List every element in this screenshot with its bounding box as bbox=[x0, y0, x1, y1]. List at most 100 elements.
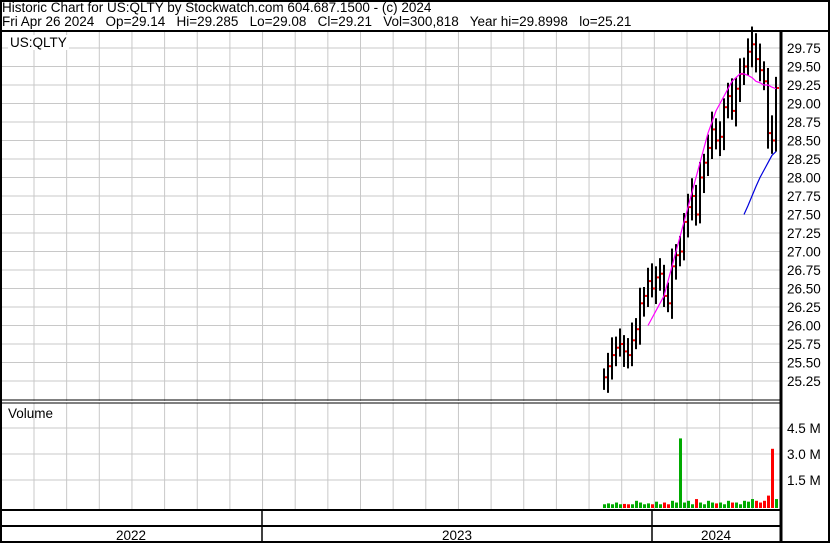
close-tick bbox=[761, 69, 763, 72]
price-tick-label: 29.50 bbox=[787, 60, 821, 75]
volume-bar bbox=[635, 500, 638, 508]
price-tick-label: 29.25 bbox=[787, 78, 821, 93]
close-tick bbox=[609, 365, 611, 368]
volume-bar bbox=[631, 504, 634, 508]
moving-average-line-blue bbox=[743, 151, 777, 215]
price-tick-label: 25.50 bbox=[787, 356, 821, 371]
volume-bar bbox=[671, 500, 674, 508]
close-tick bbox=[657, 276, 659, 279]
close-tick bbox=[709, 146, 711, 149]
year-label: 2024 bbox=[701, 528, 732, 543]
volume-bar bbox=[775, 499, 778, 508]
volume-bar bbox=[719, 502, 722, 508]
close-tick bbox=[757, 58, 759, 61]
volume-bar bbox=[771, 448, 774, 508]
price-tick-label: 27.00 bbox=[787, 245, 821, 260]
volume-bar bbox=[623, 503, 626, 508]
close-tick bbox=[625, 350, 627, 353]
close-tick bbox=[729, 95, 731, 98]
close-tick bbox=[693, 195, 695, 197]
price-tick-label: 27.75 bbox=[787, 189, 821, 204]
price-tick-label: 28.25 bbox=[787, 152, 821, 167]
close-tick bbox=[633, 339, 635, 342]
chart-border bbox=[0, 0, 830, 543]
close-tick bbox=[673, 265, 675, 268]
price-tick-label: 27.25 bbox=[787, 226, 821, 241]
close-tick bbox=[669, 302, 671, 305]
volume-bar bbox=[759, 502, 762, 508]
volume-bar bbox=[727, 500, 730, 508]
volume-bar bbox=[715, 503, 718, 508]
volume-bar bbox=[683, 502, 686, 508]
volume-bar bbox=[655, 501, 658, 508]
close-tick bbox=[733, 109, 735, 112]
volume-bar bbox=[615, 502, 618, 508]
close-tick bbox=[689, 206, 691, 209]
close-tick bbox=[745, 65, 747, 68]
close-tick bbox=[637, 328, 639, 331]
volume-bar bbox=[735, 502, 738, 508]
volume-bar bbox=[659, 504, 662, 508]
close-tick bbox=[665, 294, 667, 297]
volume-tick-label: 4.5 M bbox=[787, 421, 821, 436]
close-tick bbox=[769, 132, 771, 135]
close-tick bbox=[697, 213, 699, 216]
close-tick bbox=[649, 280, 651, 283]
volume-bar bbox=[667, 504, 670, 508]
close-tick bbox=[717, 139, 719, 142]
close-tick bbox=[713, 128, 715, 131]
volume-bar bbox=[699, 502, 702, 508]
volume-bar bbox=[695, 499, 698, 508]
volume-bar bbox=[751, 499, 754, 508]
close-tick bbox=[749, 50, 751, 53]
close-tick bbox=[621, 343, 623, 345]
volume-bar bbox=[687, 500, 690, 508]
volume-bar bbox=[647, 503, 650, 508]
volume-bar bbox=[619, 504, 622, 508]
close-tick bbox=[737, 87, 739, 90]
symbol-label: US:QLTY bbox=[8, 35, 69, 50]
price-tick-label: 29.00 bbox=[787, 97, 821, 112]
volume-tick-label: 1.5 M bbox=[787, 473, 821, 488]
volume-bar bbox=[627, 504, 630, 508]
volume-bar bbox=[679, 438, 682, 508]
price-tick-label: 28.75 bbox=[787, 115, 821, 130]
close-tick bbox=[721, 135, 723, 138]
price-tick-label: 26.00 bbox=[787, 319, 821, 334]
volume-bar bbox=[603, 504, 606, 508]
close-tick bbox=[681, 250, 683, 253]
volume-bar bbox=[643, 504, 646, 508]
volume-bar bbox=[711, 502, 714, 508]
price-tick-label: 29.75 bbox=[787, 41, 821, 56]
volume-tick-label: 3.0 M bbox=[787, 447, 821, 462]
stock-chart: 29.75 29.50 29.25 29.00 28.75 28.50 28.25 28.00… bbox=[0, 0, 830, 543]
close-tick bbox=[753, 43, 755, 46]
volume-bar bbox=[703, 504, 706, 508]
volume-bar bbox=[723, 504, 726, 508]
volume-bar bbox=[767, 495, 770, 508]
close-tick bbox=[773, 139, 775, 142]
volume-bar bbox=[639, 502, 642, 508]
close-tick bbox=[617, 346, 619, 349]
close-tick bbox=[645, 294, 647, 297]
volume-bar bbox=[611, 504, 614, 508]
volume-bar bbox=[691, 504, 694, 508]
volume-bar bbox=[763, 500, 766, 508]
volume-bar bbox=[651, 504, 654, 508]
volume-bar bbox=[731, 502, 734, 508]
close-tick bbox=[677, 254, 679, 257]
close-tick bbox=[777, 86, 779, 89]
close-tick bbox=[641, 302, 643, 305]
volume-label: Volume bbox=[8, 406, 54, 421]
volume-bar bbox=[663, 502, 666, 508]
close-tick bbox=[701, 176, 703, 179]
volume-bar bbox=[607, 503, 610, 508]
price-tick-label: 25.25 bbox=[787, 374, 821, 389]
price-tick-label: 26.25 bbox=[787, 300, 821, 315]
close-tick bbox=[765, 80, 767, 83]
volume-bar bbox=[743, 500, 746, 508]
close-tick bbox=[725, 106, 727, 109]
price-tick-label: 28.50 bbox=[787, 134, 821, 149]
volume-bar bbox=[675, 502, 678, 508]
close-tick bbox=[705, 161, 707, 164]
